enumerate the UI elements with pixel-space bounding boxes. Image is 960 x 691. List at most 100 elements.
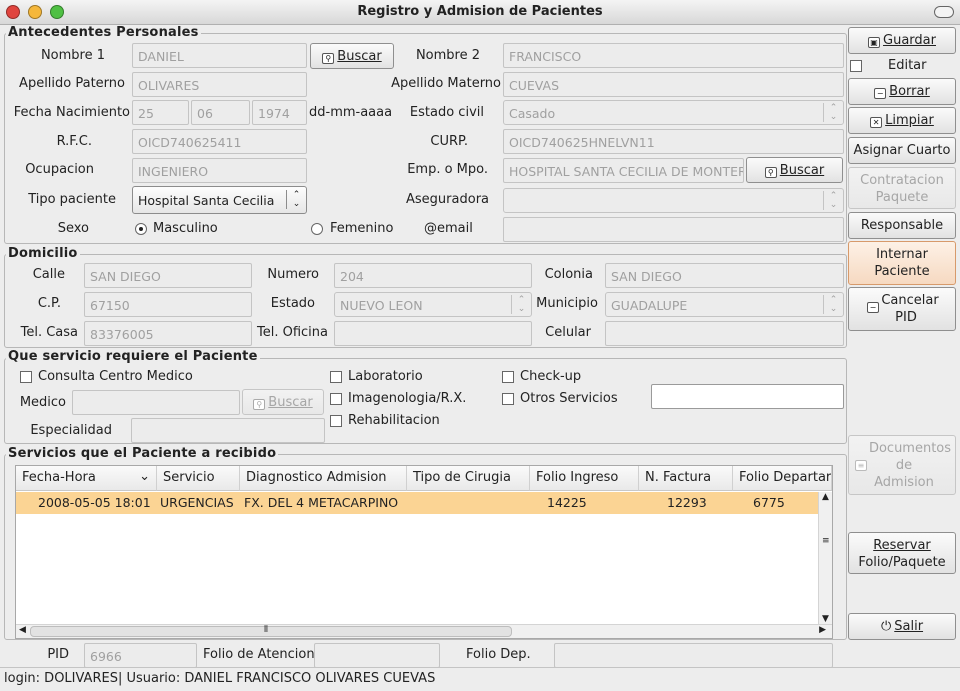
- editar-checkbox[interactable]: [850, 60, 862, 72]
- tipo-paciente-value: Hospital Santa Cecilia: [138, 193, 275, 208]
- checkup-checkbox[interactable]: [502, 371, 514, 383]
- title-bar: Registro y Admision de Pacientes: [0, 0, 960, 25]
- femenino-label: Femenino: [330, 221, 394, 236]
- documentos-label-3: Admision: [874, 475, 934, 490]
- otros-servicios-field[interactable]: [651, 384, 844, 409]
- municipio-value: GUADALUPE: [611, 298, 688, 313]
- pid-field[interactable]: 6966: [84, 643, 197, 668]
- ap-paterno-field[interactable]: OLIVARES: [132, 72, 307, 97]
- column-header[interactable]: Tipo de Cirugia: [407, 466, 530, 491]
- estado-value: NUEVO LEON: [340, 298, 423, 313]
- teloficina-field[interactable]: [334, 321, 532, 346]
- nombre1-field[interactable]: DANIEL: [132, 43, 307, 68]
- column-header[interactable]: Folio Ingreso: [530, 466, 639, 491]
- column-header[interactable]: N. Factura: [639, 466, 733, 491]
- column-header-label: Fecha-Hora: [22, 470, 96, 485]
- column-header[interactable]: Servicio: [157, 466, 240, 491]
- aseguradora-label: Aseguradora: [406, 192, 489, 207]
- domicilio-title: Domicilio: [6, 246, 80, 261]
- imagenologia-checkbox[interactable]: [330, 393, 342, 405]
- ocupacion-field[interactable]: INGENIERO: [132, 158, 307, 183]
- ap-materno-field[interactable]: CUEVAS: [503, 72, 844, 97]
- buscar-emp-button[interactable]: ⚲ Buscar: [746, 157, 843, 183]
- municipio-select[interactable]: GUADALUPE ⌃ ⌄: [605, 292, 844, 317]
- colonia-field[interactable]: SAN DIEGO: [605, 263, 844, 288]
- folio-atencion-field[interactable]: [314, 643, 440, 668]
- calle-field[interactable]: SAN DIEGO: [84, 263, 252, 288]
- asignar-cuarto-button[interactable]: Asignar Cuarto: [848, 137, 956, 164]
- internar-paciente-button[interactable]: Internar Paciente: [848, 241, 956, 285]
- telcasa-field[interactable]: 83376005: [84, 321, 252, 346]
- documentos-admision-button[interactable]: ≡ Documentos de Admision: [848, 435, 956, 495]
- folio-dep-label: Folio Dep.: [466, 647, 531, 662]
- salir-button[interactable]: ⏻ Salir: [848, 613, 956, 640]
- limpiar-button[interactable]: ✕ Limpiar: [848, 107, 956, 134]
- checkup-label: Check-up: [520, 369, 582, 384]
- chevron-down-icon: ⌄: [139, 469, 150, 484]
- responsable-button[interactable]: Responsable: [848, 212, 956, 239]
- fecha-format-label: dd-mm-aaaa: [309, 105, 393, 120]
- updown-arrow-icon: ⌃ ⌄: [511, 295, 531, 314]
- nombre1-label: Nombre 1: [40, 48, 105, 63]
- curp-field[interactable]: OICD740625HNELVN11: [503, 129, 844, 154]
- nombre2-label: Nombre 2: [415, 48, 480, 63]
- vertical-scrollbar[interactable]: ▲ ≡ ▼: [818, 492, 832, 624]
- numero-field[interactable]: 204: [334, 263, 532, 288]
- buscar-medico-button[interactable]: ⚲ Buscar: [242, 389, 324, 415]
- window-title: Registro y Admision de Pacientes: [357, 4, 603, 19]
- column-header[interactable]: Fecha-Hora ⌄: [16, 466, 157, 491]
- contratacion-paquete-button[interactable]: Contratacion Paquete: [848, 167, 956, 209]
- table-cell: 14225: [547, 495, 587, 510]
- buscar-nombre-button[interactable]: ⚲ Buscar: [310, 43, 394, 69]
- estado-select[interactable]: NUEVO LEON ⌃ ⌄: [334, 292, 532, 317]
- fecha-dd-field[interactable]: 25: [132, 100, 189, 125]
- window-menu-button[interactable]: [934, 6, 954, 18]
- fecha-aaaa-field[interactable]: 1974: [252, 100, 307, 125]
- table-cell: URGENCIAS: [160, 495, 234, 510]
- rfc-field[interactable]: OICD740625411: [132, 129, 307, 154]
- estado-civil-select[interactable]: Casado ⌃ ⌄: [503, 100, 844, 125]
- ocupacion-label: Ocupacion: [25, 162, 94, 177]
- folio-dep-field[interactable]: [554, 643, 833, 668]
- fecha-mm-field[interactable]: 06: [191, 100, 250, 125]
- consulta-checkbox[interactable]: [20, 371, 32, 383]
- table-row[interactable]: 2008-05-05 18:01 URGENCIAS FX. DEL 4 MET…: [16, 492, 828, 514]
- borrar-button[interactable]: − Borrar: [848, 78, 956, 105]
- guardar-button[interactable]: ▣ Guardar: [848, 27, 956, 54]
- guardar-label: Guardar: [883, 33, 936, 48]
- servicios-table[interactable]: Fecha-Hora ⌄ Servicio Diagnostico Admisio…: [15, 465, 833, 639]
- aseguradora-select[interactable]: ⌃ ⌄: [503, 188, 844, 213]
- medico-field[interactable]: [72, 390, 240, 415]
- document-icon: ≡: [855, 460, 867, 471]
- column-header[interactable]: Folio Departar: [733, 466, 832, 491]
- cp-field[interactable]: 67150: [84, 292, 252, 317]
- email-field[interactable]: [503, 217, 844, 242]
- celular-label: Celular: [545, 325, 591, 340]
- documentos-label-1: Documentos: [868, 441, 952, 456]
- fecha-label: Fecha Nacimiento: [13, 105, 130, 120]
- table-cell: 12293: [667, 495, 707, 510]
- especialidad-field[interactable]: [131, 418, 325, 443]
- cancelar-pid-button[interactable]: − Cancelar PID: [848, 287, 956, 331]
- municipio-label: Municipio: [536, 296, 598, 311]
- contratacion-label-2: Paquete: [875, 190, 929, 205]
- reservar-folio-button[interactable]: Reservar Folio/Paquete: [848, 532, 956, 574]
- column-header[interactable]: Diagnostico Admision: [240, 466, 407, 491]
- laboratorio-checkbox[interactable]: [330, 371, 342, 383]
- limpiar-label: Limpiar: [885, 113, 934, 128]
- emp-field[interactable]: HOSPITAL SANTA CECILIA DE MONTERR: [503, 158, 744, 183]
- scroll-thumb[interactable]: [30, 626, 512, 637]
- estado-civil-label: Estado civil: [409, 105, 484, 120]
- updown-arrow-icon: ⌃ ⌄: [286, 190, 306, 209]
- masculino-radio[interactable]: [135, 223, 147, 235]
- tipo-paciente-select[interactable]: Hospital Santa Cecilia ⌃ ⌄: [132, 186, 307, 214]
- otros-checkbox[interactable]: [502, 393, 514, 405]
- nombre2-field[interactable]: FRANCISCO: [503, 43, 844, 68]
- imagenologia-label: Imagenologia/R.X.: [348, 391, 467, 406]
- table-cell: 2008-05-05 18:01: [38, 495, 151, 510]
- rehabilitacion-checkbox[interactable]: [330, 415, 342, 427]
- femenino-radio[interactable]: [311, 223, 323, 235]
- horizontal-scrollbar[interactable]: ◀ ⦀ ▶: [16, 624, 832, 638]
- celular-field[interactable]: [605, 321, 844, 346]
- borrar-label: Borrar: [889, 84, 930, 99]
